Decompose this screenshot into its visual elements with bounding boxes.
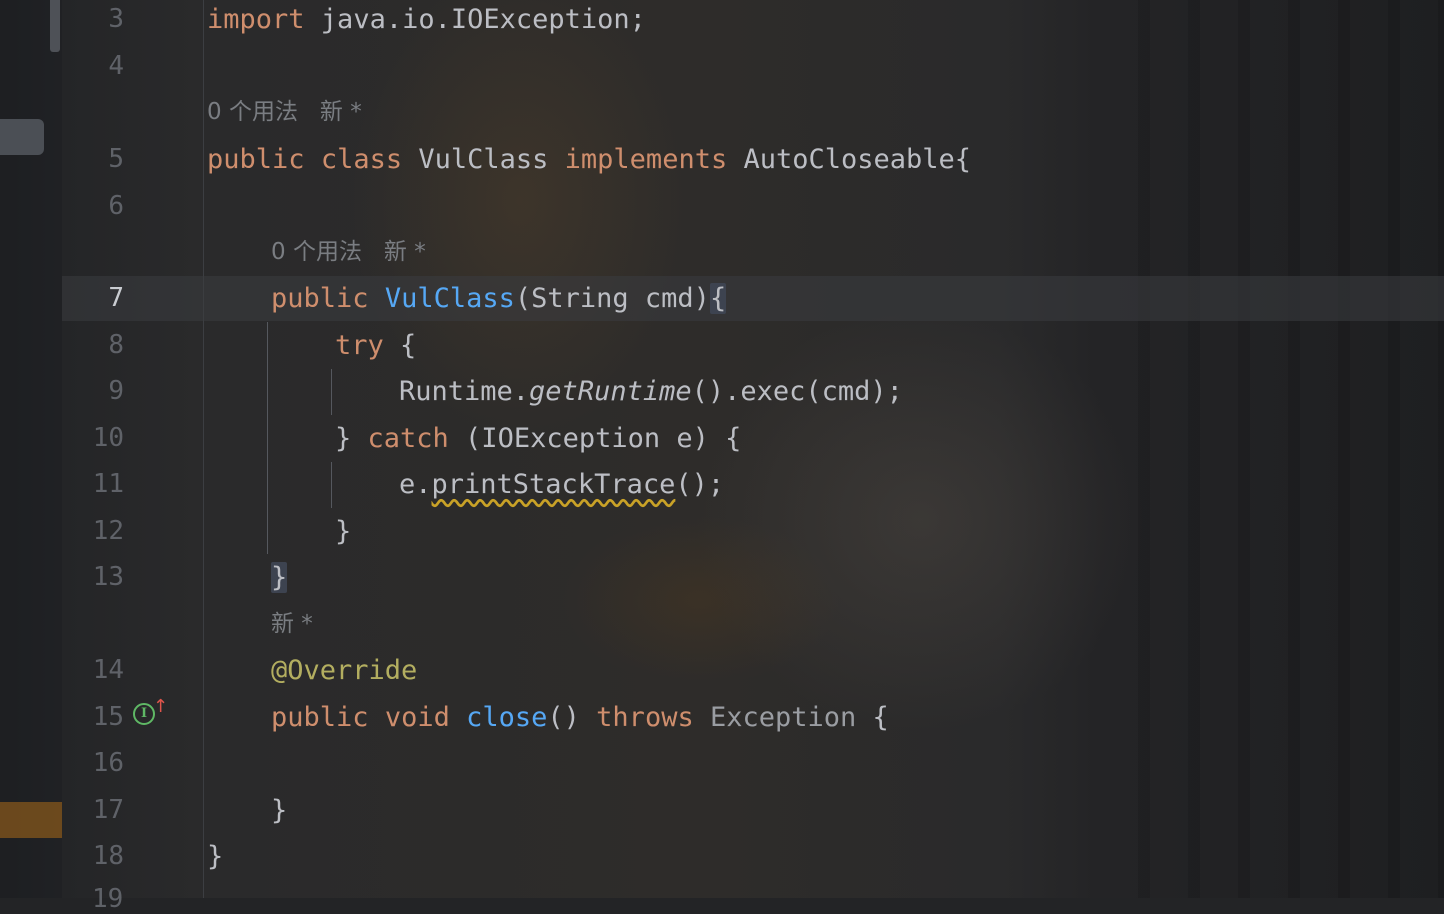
usages-inlay-hint[interactable]: 0 个用法 新 *	[207, 89, 362, 135]
code-token[interactable]: @Override	[271, 655, 417, 686]
line-number[interactable]: 4	[0, 43, 124, 89]
line-number-partial: 19	[92, 884, 124, 914]
code-line[interactable]: }	[271, 555, 288, 601]
code-token[interactable]: java.io.IOException;	[305, 4, 646, 35]
code-line[interactable]: e.printStackTrace();	[399, 462, 724, 508]
code-token[interactable]: }	[335, 423, 368, 454]
indent-guide	[331, 369, 332, 415]
code-token[interactable]: AutoCloseable{	[727, 144, 971, 175]
code-token[interactable]: }	[271, 795, 287, 826]
code-token[interactable]: printStackTrace	[432, 469, 676, 500]
line-number[interactable]: 12	[0, 508, 124, 554]
code-token[interactable]: }	[335, 516, 351, 547]
code-line[interactable]: public VulClass(String cmd){	[271, 276, 727, 322]
code-token[interactable]: e.	[399, 469, 432, 500]
code-token[interactable]: Exception	[710, 702, 856, 733]
code-token[interactable]: }	[207, 841, 223, 872]
line-number[interactable]: 16	[0, 740, 124, 786]
code-token[interactable]: {	[709, 283, 727, 314]
line-number[interactable]: 10	[0, 415, 124, 461]
code-token[interactable]: throws	[596, 702, 694, 733]
code-token[interactable]: catch	[368, 423, 449, 454]
code-token[interactable]: import	[207, 4, 305, 35]
code-token[interactable]	[305, 144, 321, 175]
author-inlay-hint[interactable]: 新 *	[271, 601, 313, 647]
code-token[interactable]: public	[271, 283, 369, 314]
code-token[interactable]: (String cmd)	[515, 283, 710, 314]
code-line[interactable]: }	[335, 509, 351, 555]
code-line[interactable]: try {	[335, 323, 416, 369]
code-token[interactable]: public	[207, 144, 305, 175]
code-token[interactable]: try	[335, 330, 384, 361]
arrow-up-icon: ↑	[153, 696, 169, 717]
line-number-active[interactable]: 7	[0, 275, 124, 321]
code-line[interactable]: public void close() throws Exception {	[271, 695, 889, 741]
line-number[interactable]: 6	[0, 183, 124, 229]
line-number[interactable]: 3	[0, 0, 124, 42]
code-token[interactable]: ();	[675, 469, 724, 500]
indent-guide	[331, 462, 332, 508]
code-token[interactable]: close	[466, 702, 547, 733]
code-token[interactable]: {	[384, 330, 416, 361]
background-curtain	[1100, 0, 1444, 898]
code-token[interactable]	[369, 283, 385, 314]
current-line-highlight	[62, 276, 1444, 321]
code-token[interactable]: ()	[547, 702, 596, 733]
usages-inlay-hint[interactable]: 0 个用法 新 *	[271, 229, 426, 275]
line-number[interactable]: 11	[0, 461, 124, 507]
code-token[interactable]: }	[271, 562, 288, 593]
code-token[interactable]: implements	[565, 144, 728, 175]
code-token[interactable]: {	[856, 702, 889, 733]
code-token[interactable]	[450, 702, 466, 733]
line-number[interactable]: 9	[0, 368, 124, 414]
code-token[interactable]: ().exec(cmd);	[692, 376, 903, 407]
gutter-divider	[203, 0, 204, 898]
code-token[interactable]	[369, 702, 385, 733]
code-token[interactable]: VulClass	[402, 144, 565, 175]
line-number[interactable]: 18	[0, 833, 124, 879]
code-line[interactable]: import java.io.IOException;	[207, 0, 646, 43]
implements-method-icon[interactable]: I	[133, 703, 155, 725]
code-token[interactable]: (IOException e) {	[449, 423, 741, 454]
code-token[interactable]	[694, 702, 710, 733]
code-line[interactable]: Runtime.getRuntime().exec(cmd);	[399, 369, 903, 415]
code-token[interactable]: public	[271, 702, 369, 733]
code-line[interactable]: }	[271, 788, 287, 834]
code-line[interactable]: @Override	[271, 648, 417, 694]
line-number[interactable]: 14	[0, 647, 124, 693]
code-token[interactable]: Runtime.	[399, 376, 529, 407]
line-number[interactable]: 15	[0, 694, 124, 740]
line-number[interactable]: 5	[0, 136, 124, 182]
code-token[interactable]: void	[385, 702, 450, 733]
line-number[interactable]: 17	[0, 787, 124, 833]
code-line[interactable]: public class VulClass implements AutoClo…	[207, 137, 971, 183]
code-line[interactable]: } catch (IOException e) {	[335, 416, 741, 462]
code-token[interactable]: getRuntime	[529, 376, 692, 407]
code-token[interactable]: VulClass	[385, 283, 515, 314]
indent-guide	[267, 322, 268, 554]
line-number[interactable]: 13	[0, 554, 124, 600]
code-line[interactable]: }	[207, 834, 223, 880]
line-number[interactable]: 8	[0, 322, 124, 368]
code-token[interactable]: class	[321, 144, 402, 175]
